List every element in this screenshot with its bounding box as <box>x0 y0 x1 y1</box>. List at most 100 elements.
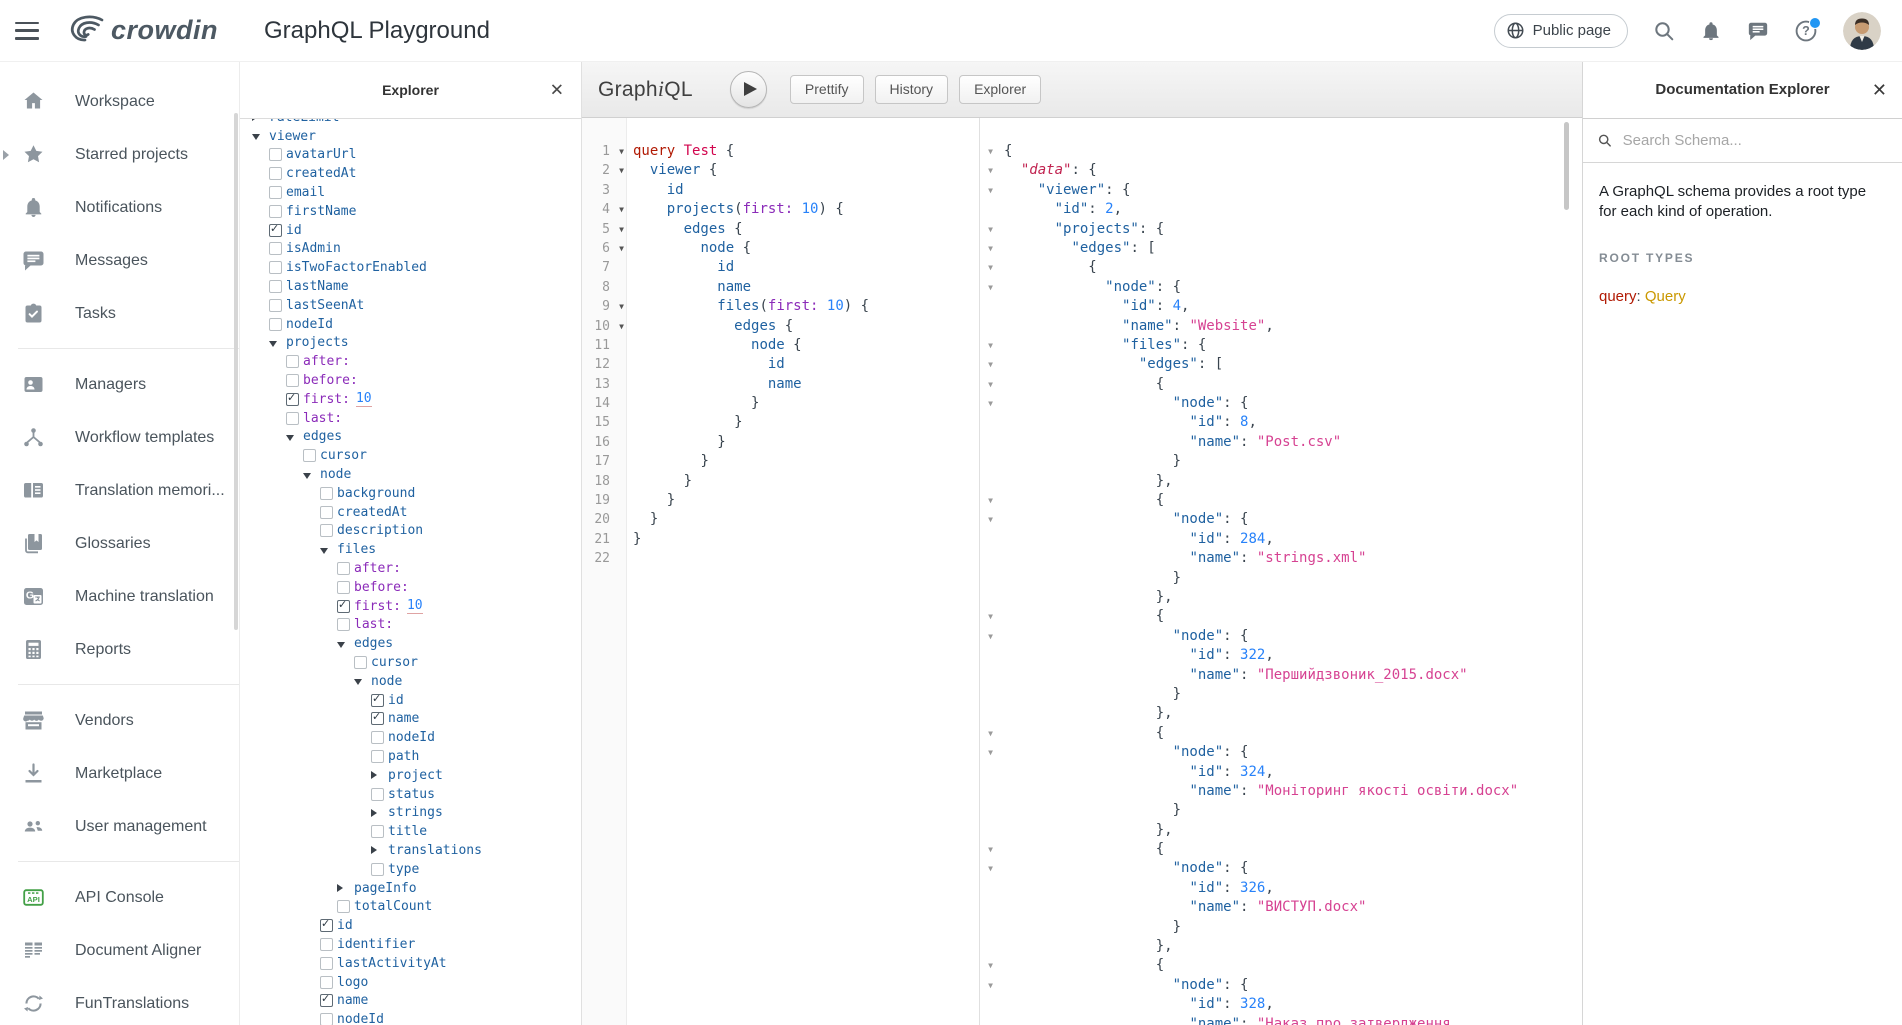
field-checkbox[interactable] <box>371 788 384 801</box>
fold-arrow-icon[interactable]: ▼ <box>613 239 630 258</box>
chevron-down-icon[interactable] <box>303 473 311 479</box>
tree-row-lastactivityat[interactable]: lastActivityAt <box>240 954 581 973</box>
tree-row-cursor[interactable]: cursor <box>240 446 581 465</box>
public-page-button[interactable]: Public page <box>1494 14 1628 48</box>
chat-icon[interactable] <box>1747 20 1769 42</box>
chevron-down-icon[interactable] <box>337 642 345 648</box>
fold-arrow-icon[interactable]: ▼ <box>613 317 630 336</box>
tree-row-edges[interactable]: edges <box>240 634 581 653</box>
tree-row-nodeid[interactable]: nodeId <box>240 728 581 747</box>
chevron-right-icon[interactable] <box>371 809 377 817</box>
field-checkbox[interactable] <box>371 825 384 838</box>
field-checkbox[interactable] <box>354 656 367 669</box>
field-checkbox[interactable] <box>320 994 333 1007</box>
sidebar-item-tasks[interactable]: Tasks <box>0 287 239 340</box>
tree-row-type[interactable]: type <box>240 860 581 879</box>
explorer-close-icon[interactable]: ✕ <box>550 81 564 98</box>
tree-row-node[interactable]: node <box>240 672 581 691</box>
tree-row-strings[interactable]: strings <box>240 803 581 822</box>
field-checkbox[interactable] <box>286 412 299 425</box>
fold-arrow-icon[interactable]: ▼ <box>980 181 1001 200</box>
field-checkbox[interactable] <box>320 487 333 500</box>
schema-search-input[interactable] <box>1621 131 1887 150</box>
explorer-button[interactable]: Explorer <box>959 75 1041 104</box>
sidebar-item-workflow-templates[interactable]: Workflow templates <box>0 411 239 464</box>
tree-row-istwofactorenabled[interactable]: isTwoFactorEnabled <box>240 258 581 277</box>
fold-arrow-icon[interactable]: ▼ <box>613 297 630 316</box>
tree-row-first[interactable]: first:10 <box>240 597 581 616</box>
fold-arrow-icon[interactable]: ▼ <box>980 491 1001 510</box>
tree-row-before[interactable]: before: <box>240 371 581 390</box>
chevron-down-icon[interactable] <box>252 134 260 140</box>
fold-arrow-icon[interactable]: ▼ <box>613 142 630 161</box>
chevron-down-icon[interactable] <box>269 341 277 347</box>
field-checkbox[interactable] <box>269 224 282 237</box>
response-scrollbar-thumb[interactable] <box>1564 122 1569 210</box>
field-checkbox[interactable] <box>337 900 350 913</box>
field-checkbox[interactable] <box>337 562 350 575</box>
fold-arrow-icon[interactable]: ▼ <box>980 239 1001 258</box>
field-checkbox[interactable] <box>320 957 333 970</box>
field-checkbox[interactable] <box>337 618 350 631</box>
field-checkbox[interactable] <box>371 731 384 744</box>
field-checkbox[interactable] <box>320 919 333 932</box>
sidebar-item-api-console[interactable]: APIAPI Console <box>0 871 239 924</box>
chevron-right-icon[interactable] <box>371 771 377 779</box>
sidebar-item-starred-projects[interactable]: Starred projects <box>0 128 239 181</box>
field-checkbox[interactable] <box>371 694 384 707</box>
tree-row-description[interactable]: description <box>240 522 581 541</box>
root-query-type-link[interactable]: Query <box>1645 288 1686 305</box>
fold-arrow-icon[interactable]: ▼ <box>980 278 1001 297</box>
fold-arrow-icon[interactable]: ▼ <box>613 200 630 219</box>
tree-row-last[interactable]: last: <box>240 616 581 635</box>
tree-row-id[interactable]: id <box>240 691 581 710</box>
fold-arrow-icon[interactable]: ▼ <box>980 355 1001 374</box>
tree-row-projects[interactable]: projects <box>240 334 581 353</box>
fold-arrow-icon[interactable]: ▼ <box>980 724 1001 743</box>
field-checkbox[interactable] <box>371 712 384 725</box>
fold-arrow-icon[interactable]: ▼ <box>980 607 1001 626</box>
search-icon[interactable] <box>1653 20 1675 42</box>
fold-arrow-icon[interactable]: ▼ <box>980 336 1001 355</box>
sidebar-item-document-aligner[interactable]: Document Aligner <box>0 924 239 977</box>
prettify-button[interactable]: Prettify <box>790 75 864 104</box>
tree-row-last[interactable]: last: <box>240 409 581 428</box>
field-checkbox[interactable] <box>286 393 299 406</box>
tree-row-id[interactable]: id <box>240 916 581 935</box>
tree-row-createdat[interactable]: createdAt <box>240 503 581 522</box>
tree-row-files[interactable]: files <box>240 540 581 559</box>
sidebar-item-reports[interactable]: Reports <box>0 623 239 676</box>
tree-row-id[interactable]: id <box>240 221 581 240</box>
fold-arrow-icon[interactable]: ▼ <box>980 627 1001 646</box>
sidebar-item-managers[interactable]: Managers <box>0 358 239 411</box>
tree-row-status[interactable]: status <box>240 785 581 804</box>
sidebar-item-translation-memori[interactable]: Translation memori... <box>0 464 239 517</box>
crowdin-logo[interactable]: crowdin <box>65 13 218 49</box>
tree-row-cursor[interactable]: cursor <box>240 653 581 672</box>
execute-query-button[interactable] <box>730 71 767 108</box>
field-checkbox[interactable] <box>320 506 333 519</box>
chevron-down-icon[interactable] <box>286 435 294 441</box>
field-checkbox[interactable] <box>320 1013 333 1025</box>
tree-row-nodeid[interactable]: nodeId <box>240 315 581 334</box>
tree-row-avatarurl[interactable]: avatarUrl <box>240 146 581 165</box>
tree-row-ratelimit[interactable]: rateLimit <box>240 119 581 127</box>
sidebar-item-vendors[interactable]: Vendors <box>0 694 239 747</box>
field-checkbox[interactable] <box>269 148 282 161</box>
field-checkbox[interactable] <box>269 299 282 312</box>
tree-row-isadmin[interactable]: isAdmin <box>240 240 581 259</box>
tree-row-after[interactable]: after: <box>240 352 581 371</box>
argument-value-input[interactable]: 10 <box>407 598 423 614</box>
sidebar-item-messages[interactable]: Messages <box>0 234 239 287</box>
fold-arrow-icon[interactable]: ▼ <box>980 394 1001 413</box>
field-checkbox[interactable] <box>286 355 299 368</box>
field-checkbox[interactable] <box>269 205 282 218</box>
help-icon[interactable]: ? <box>1794 19 1818 43</box>
fold-arrow-icon[interactable]: ▼ <box>980 161 1001 180</box>
sidebar-item-machine-translation[interactable]: GMachine translation <box>0 570 239 623</box>
tree-row-first[interactable]: first:10 <box>240 390 581 409</box>
field-checkbox[interactable] <box>371 750 384 763</box>
sidebar-item-workspace[interactable]: Workspace <box>0 75 239 128</box>
field-checkbox[interactable] <box>286 374 299 387</box>
fold-arrow-icon[interactable]: ▼ <box>980 976 1001 995</box>
